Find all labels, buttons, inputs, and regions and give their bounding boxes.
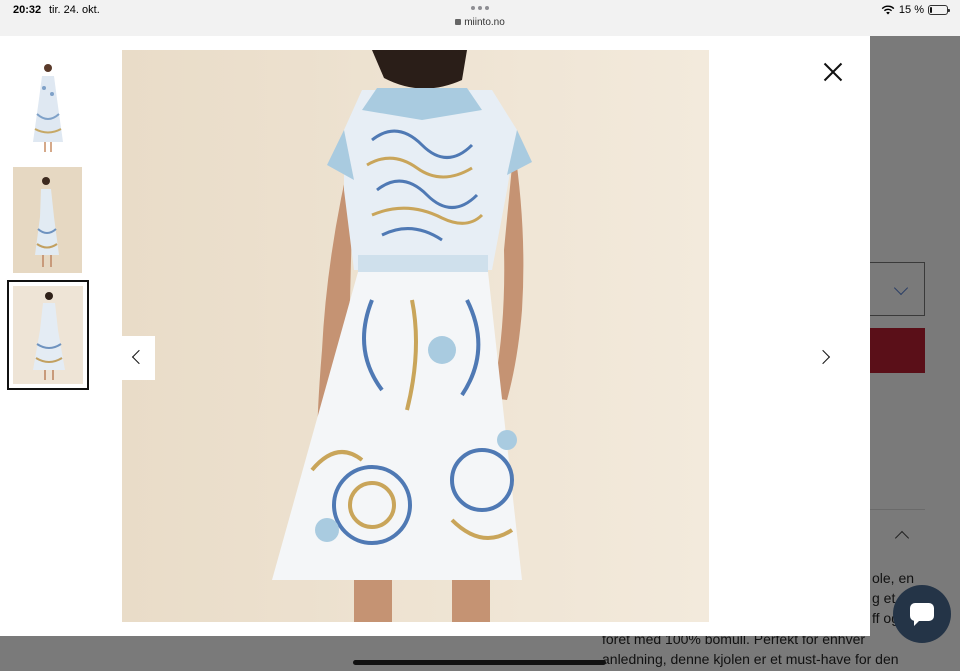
description-fragment: ole, en — [872, 570, 915, 586]
status-indicators: 15 % — [881, 4, 950, 16]
dress-front-thumbnail-image — [33, 64, 63, 152]
size-select[interactable] — [862, 262, 925, 316]
home-indicator[interactable] — [353, 660, 606, 665]
image-gallery-modal — [0, 36, 870, 636]
chevron-right-icon — [815, 349, 831, 365]
dress-side-thumbnail-image — [13, 167, 82, 273]
url-text: miinto.no — [464, 17, 505, 28]
chat-bubble-icon — [910, 603, 934, 626]
wifi-icon — [881, 5, 895, 15]
dress-back-image — [122, 50, 709, 622]
main-product-image — [122, 50, 709, 622]
status-time: 20:32 — [13, 4, 42, 16]
battery-percent: 15 % — [898, 4, 924, 16]
chevron-left-icon — [131, 349, 147, 365]
chat-button[interactable] — [893, 585, 951, 643]
close-icon[interactable] — [819, 58, 847, 86]
thumbnail-3-selected[interactable] — [7, 280, 89, 390]
multitasking-dots-icon[interactable] — [471, 6, 489, 10]
description-line: anledning, denne kjolen er et must-have … — [602, 651, 899, 667]
status-bar: 20:32 tir. 24. okt. miinto.no 15 % — [0, 0, 960, 36]
battery-icon — [928, 5, 950, 15]
chevron-up-icon[interactable] — [894, 530, 910, 546]
description-fragment: g et — [872, 590, 896, 606]
thumbnail-1[interactable] — [13, 54, 82, 158]
previous-image-button[interactable] — [122, 336, 155, 380]
thumbnail-2[interactable] — [13, 167, 82, 273]
address-bar[interactable]: miinto.no — [0, 17, 960, 28]
dress-back-thumbnail-image — [13, 286, 83, 384]
add-to-cart-button[interactable] — [862, 328, 925, 373]
next-image-button[interactable] — [810, 336, 843, 380]
chevron-down-icon — [893, 280, 909, 296]
status-date: tir. 24. okt. — [49, 4, 100, 16]
divider — [870, 509, 925, 510]
lock-icon — [455, 19, 462, 25]
